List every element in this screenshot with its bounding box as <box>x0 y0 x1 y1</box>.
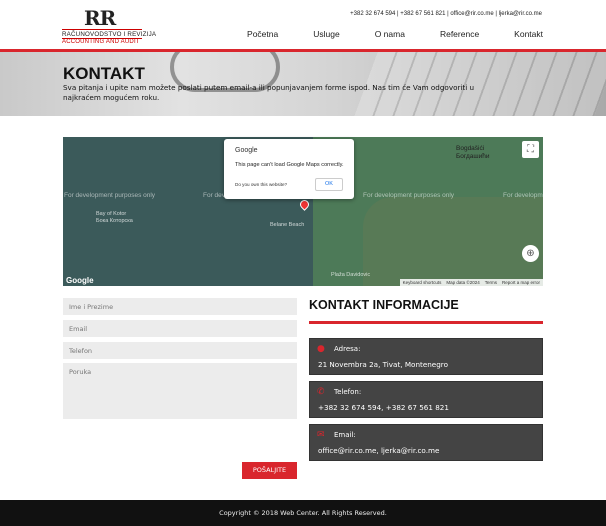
submit-button[interactable]: POŠALJITE <box>242 462 297 479</box>
google-logo: Google <box>66 276 94 285</box>
phone-value: +382 32 674 594, +382 67 561 821 <box>318 403 449 412</box>
nav-item-usluge[interactable]: Usluge <box>313 29 339 39</box>
map-dev-watermark: For development purposes only <box>363 192 455 199</box>
map-attribution: Keyboard shortcuts Map data ©2024 Terms … <box>399 279 543 286</box>
message-field[interactable] <box>63 363 297 419</box>
map-dev-watermark: For development purposes only <box>503 192 543 199</box>
nav-item-o-nama[interactable]: O nama <box>375 29 405 39</box>
dialog-google-brand: Google <box>235 147 258 154</box>
email-field[interactable] <box>63 320 297 337</box>
maps-error-dialog: Google This page can't load Google Maps … <box>224 139 354 199</box>
nav-item-reference[interactable]: Reference <box>440 29 479 39</box>
nav-item-pocetna[interactable]: Početna <box>247 29 278 39</box>
location-target-icon[interactable]: ⊕ <box>522 245 539 262</box>
map-terms-link[interactable]: Terms <box>485 280 497 285</box>
map-label-bay-of-kotor: Bay of Kotor Бока Которска <box>96 211 133 224</box>
map-marker-icon: ● <box>317 344 325 354</box>
map-land-hills <box>363 197 543 286</box>
site-header: RR RAČUNOVODSTVO I REVIZIJA ACCOUNTING A… <box>0 0 606 50</box>
map-label-beach: Belane Beach <box>270 222 305 228</box>
envelope-icon: ✉ <box>317 430 325 440</box>
phone-card: ✆ Telefon: +382 32 674 594, +382 67 561 … <box>309 381 543 418</box>
phone-icon: ✆ <box>317 387 325 397</box>
address-label: Adresa: <box>334 345 361 353</box>
contact-info-divider <box>309 321 543 324</box>
header-contact-info: +382 32 674 594 | +382 67 561 821 | offi… <box>350 11 542 17</box>
contact-info-title: KONTAKT INFORMACIJE <box>309 298 459 312</box>
name-field[interactable] <box>63 298 297 315</box>
email-card: ✉ Email: office@rir.co.me, ljerka@rir.co… <box>309 424 543 461</box>
hero-banner: KONTAKT Sva pitanja i upite nam možete p… <box>0 52 606 116</box>
map-keyboard-shortcuts-link[interactable]: Keyboard shortcuts <box>403 280 442 285</box>
map-label-bogdasici: Bogdašići Богдашићи <box>456 145 490 160</box>
dialog-ok-button[interactable]: OK <box>315 178 343 191</box>
address-card: ● Adresa: 21 Novembra 2a, Tivat, Montene… <box>309 338 543 375</box>
email-label: Email: <box>334 431 356 439</box>
map-dev-watermark: For development purposes only <box>64 192 156 199</box>
hero-description: Sva pitanja i upite nam možete poslati p… <box>63 83 475 102</box>
phone-field[interactable] <box>63 342 297 359</box>
logo-tagline-local: RAČUNOVODSTVO I REVIZIJA <box>62 29 157 38</box>
fullscreen-icon[interactable]: ⛶ <box>522 141 539 158</box>
email-value: office@rir.co.me, ljerka@rir.co.me <box>318 446 440 455</box>
map-report-error-link[interactable]: Report a map error <box>502 280 540 285</box>
dialog-message: This page can't load Google Maps correct… <box>235 162 344 168</box>
site-footer: Copyright © 2018 Web Center. All Rights … <box>0 500 606 526</box>
map-label-plaza: Plaža Davidovic <box>331 272 371 278</box>
nav-item-kontakt[interactable]: Kontakt <box>514 29 543 39</box>
logo-mark: RR <box>84 6 116 30</box>
copyright-text: Copyright © 2018 Web Center. All Rights … <box>219 509 387 517</box>
logo[interactable]: RR RAČUNOVODSTVO I REVIZIJA ACCOUNTING A… <box>62 6 157 45</box>
page-title: KONTAKT <box>63 64 145 83</box>
dialog-question: Do you own this website? <box>235 182 288 187</box>
phone-label: Telefon: <box>334 388 362 396</box>
logo-tagline-english: ACCOUNTING AND AUDIT <box>62 38 142 45</box>
address-value: 21 Novembra 2a, Tivat, Montenegro <box>318 360 448 369</box>
main-nav: Početna Usluge O nama Reference Kontakt <box>212 29 543 39</box>
map-data-credit: Map data ©2024 <box>446 280 480 285</box>
